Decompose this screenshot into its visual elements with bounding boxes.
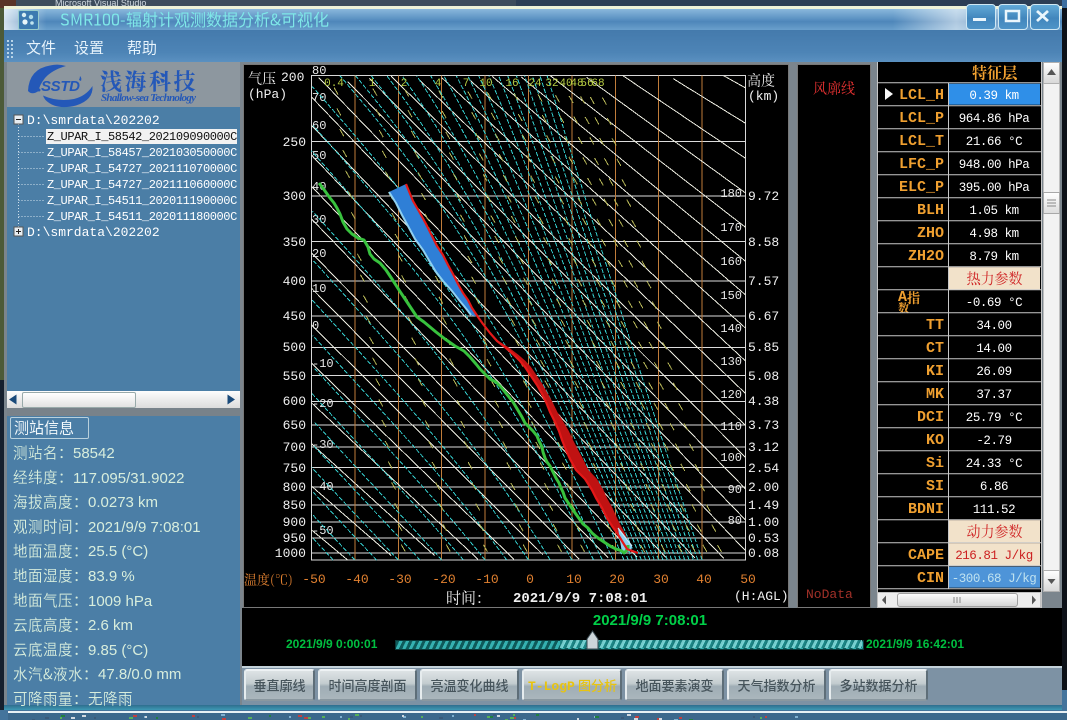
- svg-text:TT: TT: [926, 317, 944, 334]
- svg-text:964.86 hPa: 964.86 hPa: [959, 112, 1030, 126]
- svg-text:BLH: BLH: [917, 202, 944, 219]
- svg-text:34.00: 34.00: [976, 319, 1011, 333]
- svg-text:25.79 °C: 25.79 °C: [966, 411, 1022, 425]
- svg-text:26.09: 26.09: [976, 365, 1011, 379]
- svg-text:LFC_P: LFC_P: [899, 156, 944, 173]
- svg-text:BDNI: BDNI: [908, 501, 944, 518]
- svg-text:111.52: 111.52: [973, 503, 1015, 517]
- svg-text:KO: KO: [926, 432, 944, 449]
- svg-text:216.81 J/kg: 216.81 J/kg: [955, 549, 1033, 563]
- svg-text:37.37: 37.37: [976, 388, 1011, 402]
- svg-text:24.33 °C: 24.33 °C: [966, 457, 1022, 471]
- svg-text:1.05 km: 1.05 km: [969, 204, 1018, 218]
- svg-text:4.98 km: 4.98 km: [969, 227, 1018, 241]
- svg-text:CT: CT: [926, 340, 944, 357]
- svg-text:CIN: CIN: [917, 570, 944, 587]
- svg-text:ZH2O: ZH2O: [908, 248, 944, 265]
- svg-text:-2.79: -2.79: [976, 434, 1011, 448]
- svg-text:0.39 km: 0.39 km: [969, 89, 1018, 103]
- svg-text:8.79 km: 8.79 km: [969, 250, 1018, 264]
- svg-text:ELC_P: ELC_P: [899, 179, 944, 196]
- svg-text:14.00: 14.00: [976, 342, 1011, 356]
- svg-text:Si: Si: [926, 455, 944, 472]
- svg-text:395.00 hPa: 395.00 hPa: [959, 181, 1030, 195]
- svg-text:MK: MK: [926, 386, 944, 403]
- svg-text:ZHO: ZHO: [917, 225, 944, 242]
- svg-text:LCL_T: LCL_T: [899, 133, 944, 150]
- svg-text:21.66 °C: 21.66 °C: [966, 135, 1022, 149]
- svg-text:6.86: 6.86: [980, 480, 1008, 494]
- svg-text:SI: SI: [926, 478, 944, 495]
- svg-text:CAPE: CAPE: [908, 547, 944, 564]
- svg-text:948.00 hPa: 948.00 hPa: [959, 158, 1030, 172]
- svg-text:LCL_P: LCL_P: [899, 110, 944, 127]
- svg-text:KI: KI: [926, 363, 944, 380]
- svg-text:-0.69 °C: -0.69 °C: [966, 296, 1022, 310]
- svg-text:DCI: DCI: [917, 409, 944, 426]
- svg-text:-300.68 J/kg: -300.68 J/kg: [952, 572, 1037, 586]
- svg-text:LCL_H: LCL_H: [899, 87, 944, 104]
